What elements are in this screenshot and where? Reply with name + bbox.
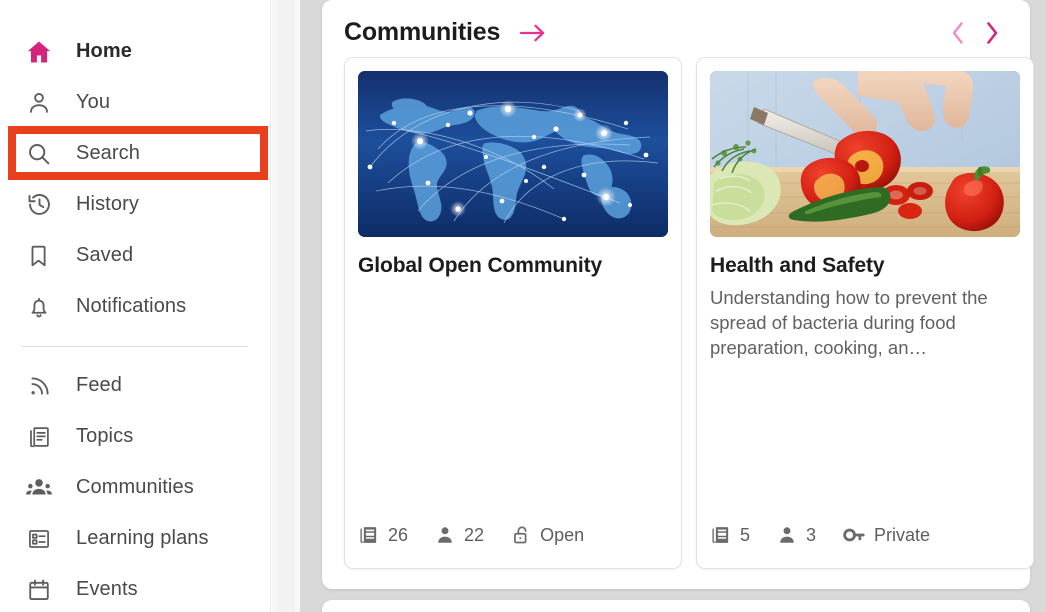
sidebar-item-label: You [76, 91, 111, 113]
sidebar-item-label: Communities [76, 476, 194, 498]
sidebar-item-learning-plans[interactable]: Learning plans [0, 513, 270, 564]
carousel-navigation [950, 20, 1008, 46]
primary-nav-list: Home You Search History Saved Notificati… [0, 26, 270, 332]
stacked-documents-icon [710, 524, 732, 546]
community-card[interactable]: Global Open Community 26 22 Open [344, 57, 682, 569]
main-content: Communities Global Open Community 26 22 … [300, 0, 1046, 612]
person-filled-icon [434, 524, 456, 546]
left-sidebar: Home You Search History Saved Notificati… [0, 0, 271, 612]
person-icon [22, 86, 56, 120]
chevron-left-icon[interactable] [950, 20, 966, 46]
card-members-count-group: 22 [434, 524, 484, 546]
card-items-count: 26 [388, 524, 409, 545]
sidebar-item-label: Learning plans [76, 527, 209, 549]
card-members-count: 3 [806, 524, 817, 545]
chopping-vegetables-photo-thumbnail [710, 71, 1020, 237]
community-card[interactable]: Health and Safety Understanding how to p… [696, 57, 1034, 569]
panel-header: Communities [322, 0, 1030, 57]
sidebar-item-label: Search [76, 142, 140, 164]
sidebar-item-search[interactable]: Search [0, 128, 270, 179]
sidebar-item-label: History [76, 193, 139, 215]
secondary-nav-list: Feed Topics Communities Learning plans E… [0, 360, 270, 612]
card-description: Understanding how to prevent the spread … [710, 287, 988, 358]
sidebar-item-you[interactable]: You [0, 77, 270, 128]
sidebar-item-label: Saved [76, 244, 134, 266]
sidebar-item-topics[interactable]: Topics [0, 411, 270, 462]
card-items-count-group: 5 [710, 524, 750, 546]
person-filled-icon [776, 524, 798, 546]
arrow-right-icon[interactable] [518, 21, 548, 45]
communities-card-row: Global Open Community 26 22 Open Health … [322, 57, 1034, 569]
card-privacy-group: Private [842, 524, 930, 546]
page-scrollbar-track[interactable] [277, 0, 572, 612]
card-meta-row: 5 3 Private [710, 524, 930, 546]
key-icon [842, 524, 866, 546]
page-title: Communities [344, 18, 501, 46]
search-icon [22, 137, 56, 171]
topics-document-icon [22, 420, 56, 454]
card-items-count-group: 26 [358, 524, 408, 546]
card-privacy-label: Open [540, 524, 585, 545]
sidebar-item-feed[interactable]: Feed [0, 360, 270, 411]
chevron-right-icon[interactable] [984, 20, 1000, 46]
sidebar-item-label: Feed [76, 374, 122, 396]
calendar-icon [22, 573, 56, 607]
card-members-count-group: 3 [776, 524, 816, 546]
stacked-documents-icon [358, 524, 380, 546]
sidebar-item-label: Events [76, 578, 138, 600]
card-items-count: 5 [740, 524, 751, 545]
world-map-network-thumbnail [358, 71, 668, 237]
card-members-count: 22 [464, 524, 485, 545]
rss-feed-icon [22, 369, 56, 403]
sidebar-item-label: Topics [76, 425, 134, 447]
card-meta-row: 26 22 Open [358, 524, 584, 546]
app-root: Home You Search History Saved Notificati… [0, 0, 1046, 612]
bookmark-icon [22, 239, 56, 273]
sidebar-item-home[interactable]: Home [0, 26, 270, 77]
sidebar-item-label: Home [76, 40, 132, 62]
sidebar-divider [22, 346, 248, 347]
sidebar-item-events[interactable]: Events [0, 564, 270, 612]
sidebar-item-history[interactable]: History [0, 179, 270, 230]
learning-plan-list-icon [22, 522, 56, 556]
card-privacy-group: Open [510, 524, 584, 546]
communities-panel: Communities Global Open Community 26 22 … [322, 0, 1034, 589]
home-icon [22, 35, 56, 69]
history-clock-icon [22, 188, 56, 222]
sidebar-item-saved[interactable]: Saved [0, 230, 270, 281]
sidebar-item-communities[interactable]: Communities [0, 462, 270, 513]
card-privacy-label: Private [874, 524, 931, 545]
people-group-icon [22, 471, 56, 505]
card-title: Global Open Community [358, 254, 603, 277]
unlocked-padlock-icon [510, 524, 532, 546]
sidebar-item-notifications[interactable]: Notifications [0, 281, 270, 332]
card-title: Health and Safety [710, 254, 885, 277]
next-panel-partial [322, 600, 1030, 612]
sidebar-item-label: Notifications [76, 295, 187, 317]
bell-icon [22, 290, 56, 324]
